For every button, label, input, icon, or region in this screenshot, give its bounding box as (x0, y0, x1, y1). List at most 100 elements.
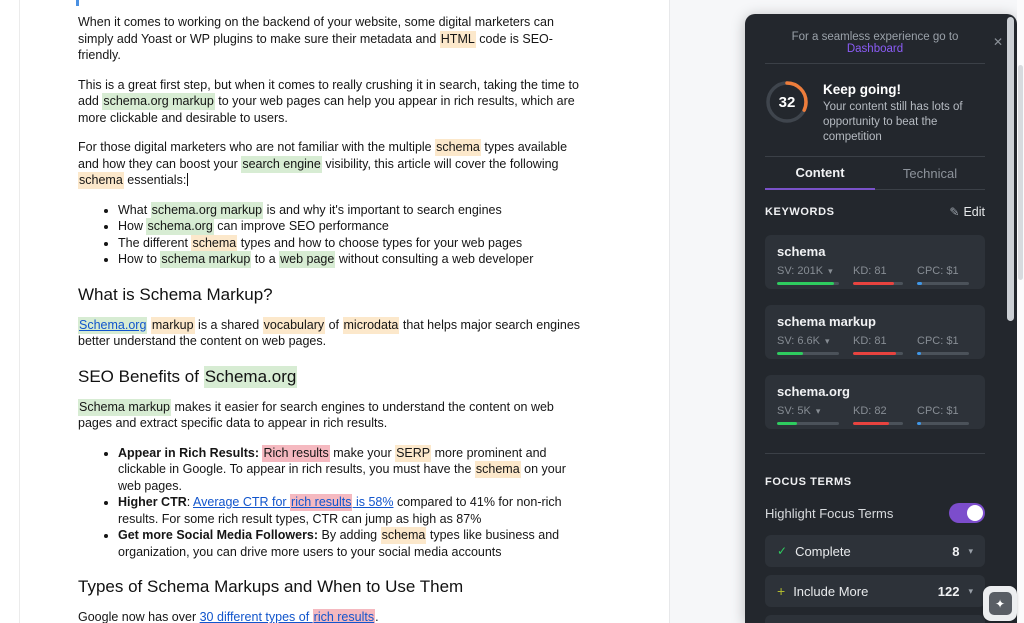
list-item: What schema.org markup is and why it's i… (118, 202, 583, 219)
cpc-bar (917, 352, 969, 355)
highlight-focus-terms-label: Highlight Focus Terms (765, 506, 893, 521)
doc-link[interactable]: Average CTR for (193, 495, 290, 509)
include-more-terms-row[interactable]: + Include More 122 ▾ (765, 575, 985, 607)
paragraph: Schema markup makes it easier for search… (78, 399, 583, 432)
tab-content[interactable]: Content (765, 157, 875, 190)
document-page: When it comes to working on the backend … (0, 0, 670, 623)
content-score-value: 32 (765, 80, 809, 124)
kd-value: KD: 81 (853, 265, 887, 277)
stat-cpc: CPC: $1 (917, 405, 969, 425)
list-item: How schema.org can improve SEO performan… (118, 218, 583, 235)
kd-value: KD: 81 (853, 335, 887, 347)
complete-terms-row[interactable]: ✓ Complete 8 ▾ (765, 535, 985, 567)
content-score-section: 32 Keep going! Your content still has lo… (765, 64, 985, 157)
sv-bar (777, 422, 839, 425)
keyword-stats: SV: 201K ▾ KD: 81 CPC: $1 (777, 265, 973, 285)
list-item: Get more Social Media Followers: By addi… (118, 527, 583, 560)
tab-technical[interactable]: Technical (875, 157, 985, 190)
include-more-count: 122 (938, 584, 960, 599)
list-item: The different schema types and how to ch… (118, 235, 583, 252)
sv-value: SV: 6.6K (777, 335, 820, 347)
paragraph: For those digital marketers who are not … (78, 139, 583, 189)
chevron-down-icon[interactable]: ▾ (828, 266, 833, 276)
page-margin-guide (19, 0, 20, 623)
paragraph: When it comes to working on the backend … (78, 14, 583, 64)
edit-keywords-button[interactable]: ✎Edit (949, 205, 985, 219)
window-scrollbar-thumb[interactable] (1018, 65, 1023, 280)
sv-value: SV: 201K (777, 265, 823, 277)
chevron-down-icon[interactable]: ▾ (825, 336, 830, 346)
stat-keyword-difficulty: KD: 81 (853, 265, 903, 285)
doc-link[interactable]: 30 different types of (200, 610, 313, 623)
bullet-list: Appear in Rich Results: Rich results mak… (78, 445, 583, 561)
include-more-label: Include More (793, 584, 868, 599)
paragraph: Google now has over 30 different types o… (78, 609, 583, 623)
doc-link[interactable]: Schema.org (78, 317, 147, 334)
cpc-value: CPC: $1 (917, 405, 959, 417)
keywords-title: KEYWORDS (765, 206, 835, 218)
panel-tabs: Content Technical (765, 157, 985, 190)
close-icon[interactable]: ✕ (993, 36, 1003, 48)
heading-seo-benefits: SEO Benefits of Schema.org (78, 366, 583, 388)
paragraph: This is a great first step, but when it … (78, 77, 583, 127)
highlight-focus-terms-toggle[interactable] (949, 503, 985, 523)
chevron-down-icon: ▾ (968, 586, 973, 597)
score-ring: 32 (765, 80, 809, 124)
list-item: Appear in Rich Results: Rich results mak… (118, 445, 583, 495)
assistant-widget-button[interactable]: ✦ (983, 586, 1017, 621)
doc-link[interactable]: is 58% (352, 495, 393, 509)
complete-count: 8 (952, 544, 959, 559)
cpc-value: CPC: $1 (917, 265, 959, 277)
kd-bar (853, 282, 903, 285)
banner-text: For a seamless experience go to (792, 31, 959, 43)
text-cursor (187, 173, 188, 186)
heading-what-is-schema-markup: What is Schema Markup? (78, 284, 583, 306)
sv-bar (777, 352, 839, 355)
toggle-knob (967, 505, 983, 521)
chevron-down-icon[interactable]: ▾ (816, 406, 821, 416)
keyword-stats: SV: 6.6K ▾ KD: 81 CPC: $1 (777, 335, 973, 355)
panel-scrollbar-thumb[interactable] (1007, 17, 1014, 321)
document-editor[interactable]: When it comes to working on the backend … (78, 14, 583, 623)
cpc-bar (917, 422, 969, 425)
keywords-header: KEYWORDS ✎Edit (765, 205, 985, 219)
complete-label: Complete (795, 544, 851, 559)
keyword-card-schema-org[interactable]: schema.org SV: 5K ▾ KD: 82 CPC: $1 (765, 375, 985, 429)
keyword-card-schema[interactable]: schema SV: 201K ▾ KD: 81 CPC: $1 (765, 235, 985, 289)
dashboard-banner: For a seamless experience go to Dashboar… (765, 14, 985, 64)
window-scrollbar[interactable] (1017, 0, 1024, 623)
list-item: Higher CTR: Average CTR for rich results… (118, 494, 583, 527)
kd-bar (853, 422, 903, 425)
keyword-card-schema-markup[interactable]: schema markup SV: 6.6K▾ KD: 81 CPC: $1 (765, 305, 985, 359)
pencil-icon: ✎ (949, 205, 959, 219)
stat-search-volume: SV: 201K ▾ (777, 265, 839, 285)
clipped-terms-row[interactable] (765, 615, 985, 623)
seo-assistant-panel: For a seamless experience go to Dashboar… (745, 14, 1017, 623)
focus-terms-header: FOCUS TERMS (765, 476, 985, 488)
list-item: How to schema markup to a web page witho… (118, 251, 583, 268)
keyword-term: schema.org (777, 384, 973, 399)
cpc-bar (917, 282, 969, 285)
kd-value: KD: 82 (853, 405, 887, 417)
plus-icon: + (777, 583, 785, 599)
score-title: Keep going! (823, 82, 983, 97)
kd-bar (853, 352, 903, 355)
sv-value: SV: 5K (777, 405, 811, 417)
highlight-focus-terms-row: Highlight Focus Terms (765, 503, 985, 523)
stat-keyword-difficulty: KD: 81 (853, 335, 903, 355)
chevron-down-icon: ▾ (968, 546, 973, 557)
doc-link[interactable]: rich results (313, 609, 375, 623)
keyword-stats: SV: 5K ▾ KD: 82 CPC: $1 (777, 405, 973, 425)
heading-types-of-schema-markups: Types of Schema Markups and When to Use … (78, 576, 583, 598)
stat-cpc: CPC: $1 (917, 265, 969, 285)
collaborator-caret (76, 0, 79, 6)
doc-link[interactable]: rich results (290, 494, 352, 511)
stat-search-volume: SV: 6.6K ▾ (777, 335, 839, 355)
section-divider (765, 453, 985, 454)
dashboard-link[interactable]: Dashboard (847, 43, 903, 55)
stat-keyword-difficulty: KD: 82 (853, 405, 903, 425)
score-subtitle: Your content still has lots of opportuni… (823, 100, 983, 145)
keyword-term: schema (777, 244, 973, 259)
stat-cpc: CPC: $1 (917, 335, 969, 355)
cpc-value: CPC: $1 (917, 335, 959, 347)
